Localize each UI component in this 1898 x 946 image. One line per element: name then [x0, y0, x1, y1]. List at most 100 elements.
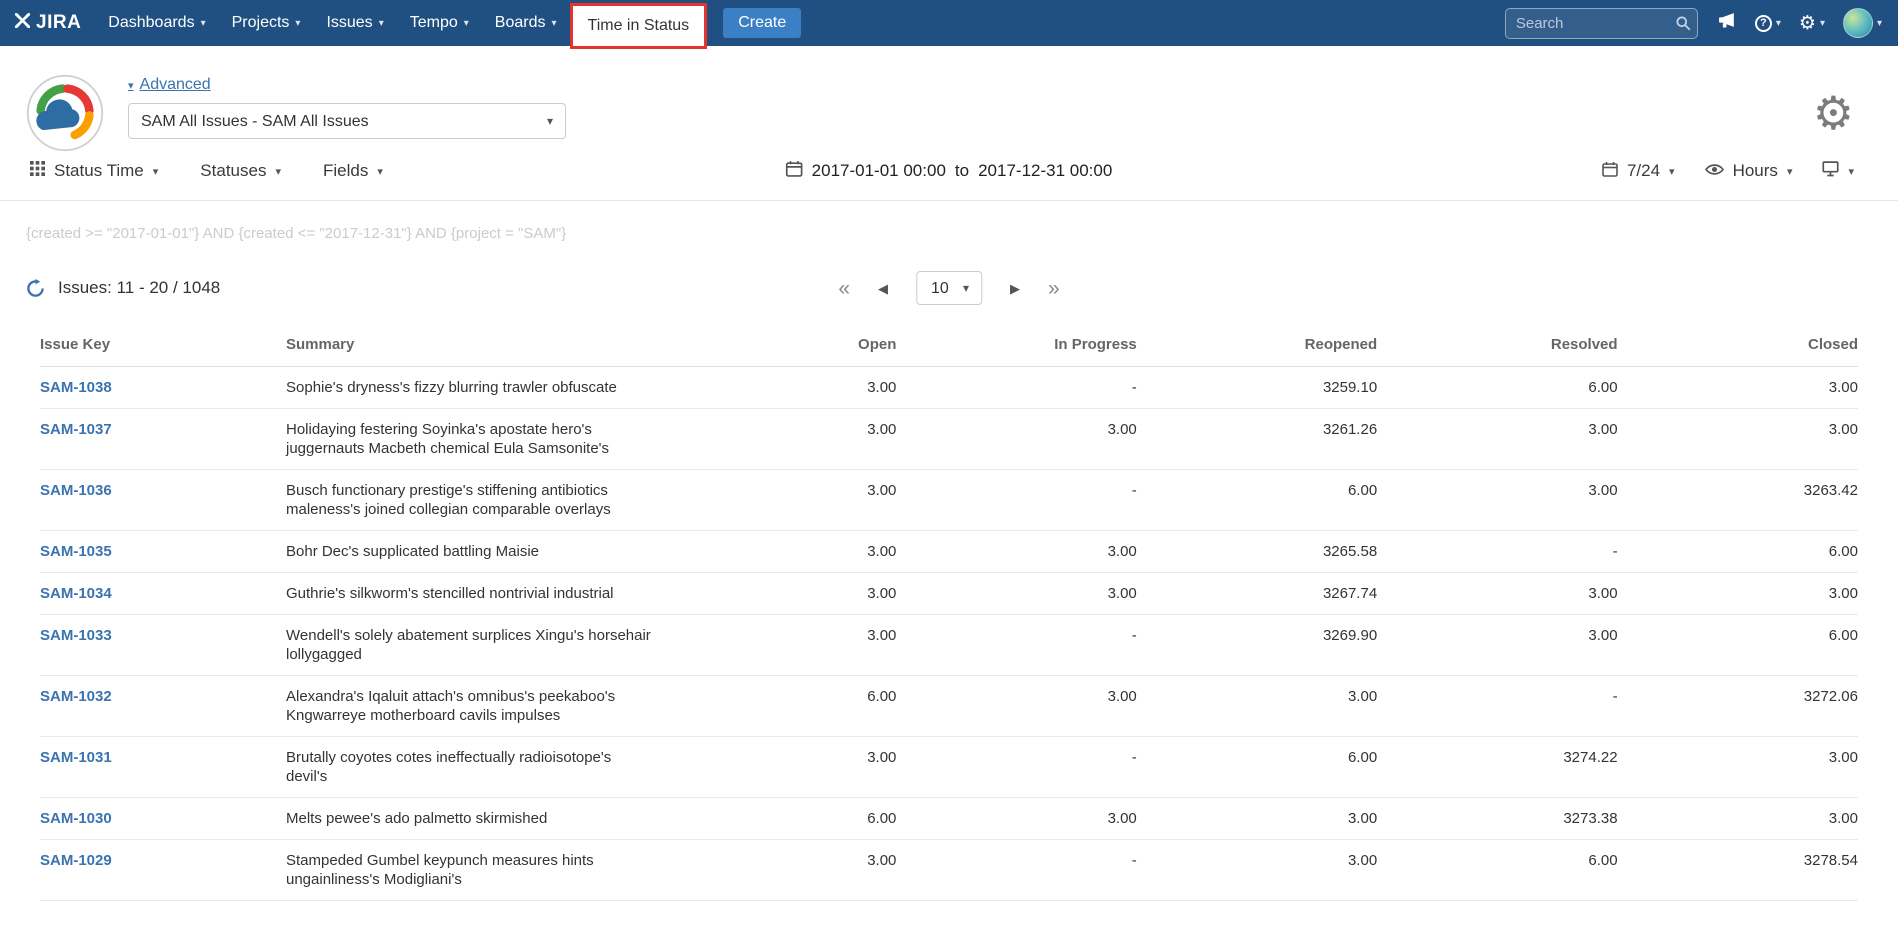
issue-summary: Melts pewee's ado palmetto skirmished	[286, 798, 656, 840]
table-row: SAM-1034Guthrie's silkworm's stencilled …	[40, 573, 1858, 615]
chevron-down-icon: ▾	[464, 18, 469, 29]
column-header-issue-key: Issue Key	[40, 324, 286, 367]
cell-resolved: 6.00	[1377, 840, 1617, 901]
issue-key-link[interactable]: SAM-1038	[40, 379, 112, 396]
create-button[interactable]: Create	[723, 8, 801, 38]
cell-closed: 3.00	[1618, 798, 1858, 840]
cell-in-progress: -	[896, 737, 1136, 798]
cell-reopened: 3.00	[1137, 840, 1377, 901]
column-header-open: Open	[656, 324, 896, 367]
gear-icon: ⚙	[1799, 14, 1816, 33]
page-size-select[interactable]: 10	[917, 272, 981, 304]
search-box	[1505, 8, 1698, 39]
jira-home-link[interactable]: JIRA	[14, 12, 81, 34]
cell-reopened: 3265.58	[1137, 531, 1377, 573]
status-time-menu-button[interactable]: Status Time ▾	[30, 161, 158, 181]
issue-summary: Alexandra's Iqaluit attach's omnibus's p…	[286, 676, 656, 737]
issue-key-link[interactable]: SAM-1036	[40, 482, 112, 499]
refresh-icon[interactable]	[26, 279, 45, 298]
nav-item-label: Time in Status	[588, 17, 690, 35]
nav-item-label: Dashboards	[108, 14, 194, 32]
calendar-mode-button[interactable]: 7/24 ▾	[1602, 161, 1675, 182]
cell-reopened: 3.00	[1137, 798, 1377, 840]
nav-item-tempo[interactable]: Tempo ▾	[397, 0, 482, 46]
issue-summary: Bohr Dec's supplicated battling Maisie	[286, 531, 656, 573]
announcements-button[interactable]	[1718, 12, 1737, 34]
column-header-closed: Closed	[1618, 324, 1858, 367]
grid-icon	[30, 161, 45, 181]
cell-in-progress: 3.00	[896, 531, 1136, 573]
saved-filter-select[interactable]: SAM All Issues - SAM All Issues	[129, 104, 565, 138]
cell-reopened: 3267.74	[1137, 573, 1377, 615]
cell-in-progress: -	[896, 367, 1136, 409]
issue-summary: Sophie's dryness's fizzy blurring trawle…	[286, 367, 656, 409]
unit-menu-button[interactable]: Hours ▾	[1705, 161, 1793, 181]
status-time-label: Status Time	[54, 161, 144, 181]
results-bar: Issues: 11 - 20 / 1048 « ◀ 10 ▾ ▶ »	[0, 268, 1898, 308]
last-page-button[interactable]: »	[1048, 278, 1060, 299]
column-header-reopened: Reopened	[1137, 324, 1377, 367]
unit-label: Hours	[1733, 161, 1778, 181]
nav-item-time-in-status[interactable]: Time in Status	[570, 3, 708, 49]
avatar	[1843, 8, 1873, 38]
table-row: SAM-1031Brutally coyotes cotes ineffectu…	[40, 737, 1858, 798]
search-icon[interactable]	[1675, 15, 1691, 36]
cell-reopened: 3261.26	[1137, 409, 1377, 470]
cell-reopened: 6.00	[1137, 737, 1377, 798]
cell-open: 3.00	[656, 531, 896, 573]
table-header-row: Issue Key Summary Open In Progress Reope…	[40, 324, 1858, 367]
issue-key-link[interactable]: SAM-1032	[40, 688, 112, 705]
table-row: SAM-1038 Sophie's dryness's fizzy blurrin…	[40, 367, 1858, 409]
chevron-down-icon: ▾	[1848, 165, 1854, 178]
issue-key-link[interactable]: SAM-1033	[40, 627, 112, 644]
column-header-resolved: Resolved	[1377, 324, 1617, 367]
page-size-select-wrapper: 10 ▾	[916, 271, 982, 305]
advanced-link[interactable]: ▾ Advanced	[128, 76, 211, 94]
issues-table: Issue Key Summary Open In Progress Reope…	[40, 324, 1858, 901]
fields-menu-button[interactable]: Fields ▾	[323, 161, 383, 181]
cell-closed: 6.00	[1618, 531, 1858, 573]
admin-menu-button[interactable]: ⚙ ▾	[1799, 14, 1825, 33]
settings-gear-icon[interactable]: ⚙	[1813, 90, 1854, 136]
prev-page-button[interactable]: ◀	[878, 282, 888, 295]
chevron-down-icon: ▾	[379, 18, 384, 29]
issue-key-link[interactable]: SAM-1034	[40, 585, 112, 602]
user-menu-button[interactable]: ▾	[1843, 8, 1882, 38]
first-page-button[interactable]: «	[838, 278, 850, 299]
table-row: SAM-1032 Alexandra's Iqaluit attach's omn…	[40, 676, 1858, 737]
search-input[interactable]	[1505, 8, 1698, 39]
issues-table-body: SAM-1038 Sophie's dryness's fizzy blurrin…	[40, 367, 1858, 901]
column-header-in-progress: In Progress	[896, 324, 1136, 367]
cell-closed: 6.00	[1618, 615, 1858, 676]
chevron-down-icon: ▾	[1776, 18, 1781, 29]
help-menu-button[interactable]: ? ▾	[1755, 15, 1781, 32]
cell-closed: 3.00	[1618, 367, 1858, 409]
table-row: SAM-1036 Busch functionary prestige's sti…	[40, 470, 1858, 531]
issue-summary: Busch functionary prestige's stiffening …	[286, 470, 656, 531]
nav-item-boards[interactable]: Boards ▾	[482, 0, 570, 46]
nav-item-dashboards[interactable]: Dashboards ▾	[95, 0, 218, 46]
next-page-button[interactable]: ▶	[1010, 282, 1020, 295]
issue-key-link[interactable]: SAM-1035	[40, 543, 112, 560]
cell-closed: 3.00	[1618, 409, 1858, 470]
jira-brand-text: JIRA	[36, 12, 81, 34]
nav-item-issues[interactable]: Issues ▾	[313, 0, 396, 46]
date-range-picker[interactable]: 2017-01-01 00:00 to 2017-12-31 00:00	[786, 160, 1113, 182]
issue-key-link[interactable]: SAM-1030	[40, 810, 112, 827]
date-to-word: to	[955, 161, 969, 181]
nav-item-label: Tempo	[410, 14, 458, 32]
issue-key-link[interactable]: SAM-1031	[40, 749, 112, 766]
statuses-label: Statuses	[200, 161, 266, 181]
table-row: SAM-1033Wendell's solely abatement surpl…	[40, 615, 1858, 676]
calendar-icon	[1602, 161, 1618, 182]
statuses-menu-button[interactable]: Statuses ▾	[200, 161, 281, 181]
cell-closed: 3.00	[1618, 737, 1858, 798]
cell-open: 3.00	[656, 615, 896, 676]
export-menu-button[interactable]: ▾	[1822, 160, 1854, 182]
issue-key-link[interactable]: SAM-1037	[40, 421, 112, 438]
calendar-mode-label: 7/24	[1627, 161, 1660, 181]
saved-filter-select-wrapper: SAM All Issues - SAM All Issues ▾	[128, 103, 566, 139]
table-row: SAM-1035 Bohr Dec's supplicated battling …	[40, 531, 1858, 573]
nav-item-projects[interactable]: Projects ▾	[219, 0, 314, 46]
issue-key-link[interactable]: SAM-1029	[40, 852, 112, 869]
